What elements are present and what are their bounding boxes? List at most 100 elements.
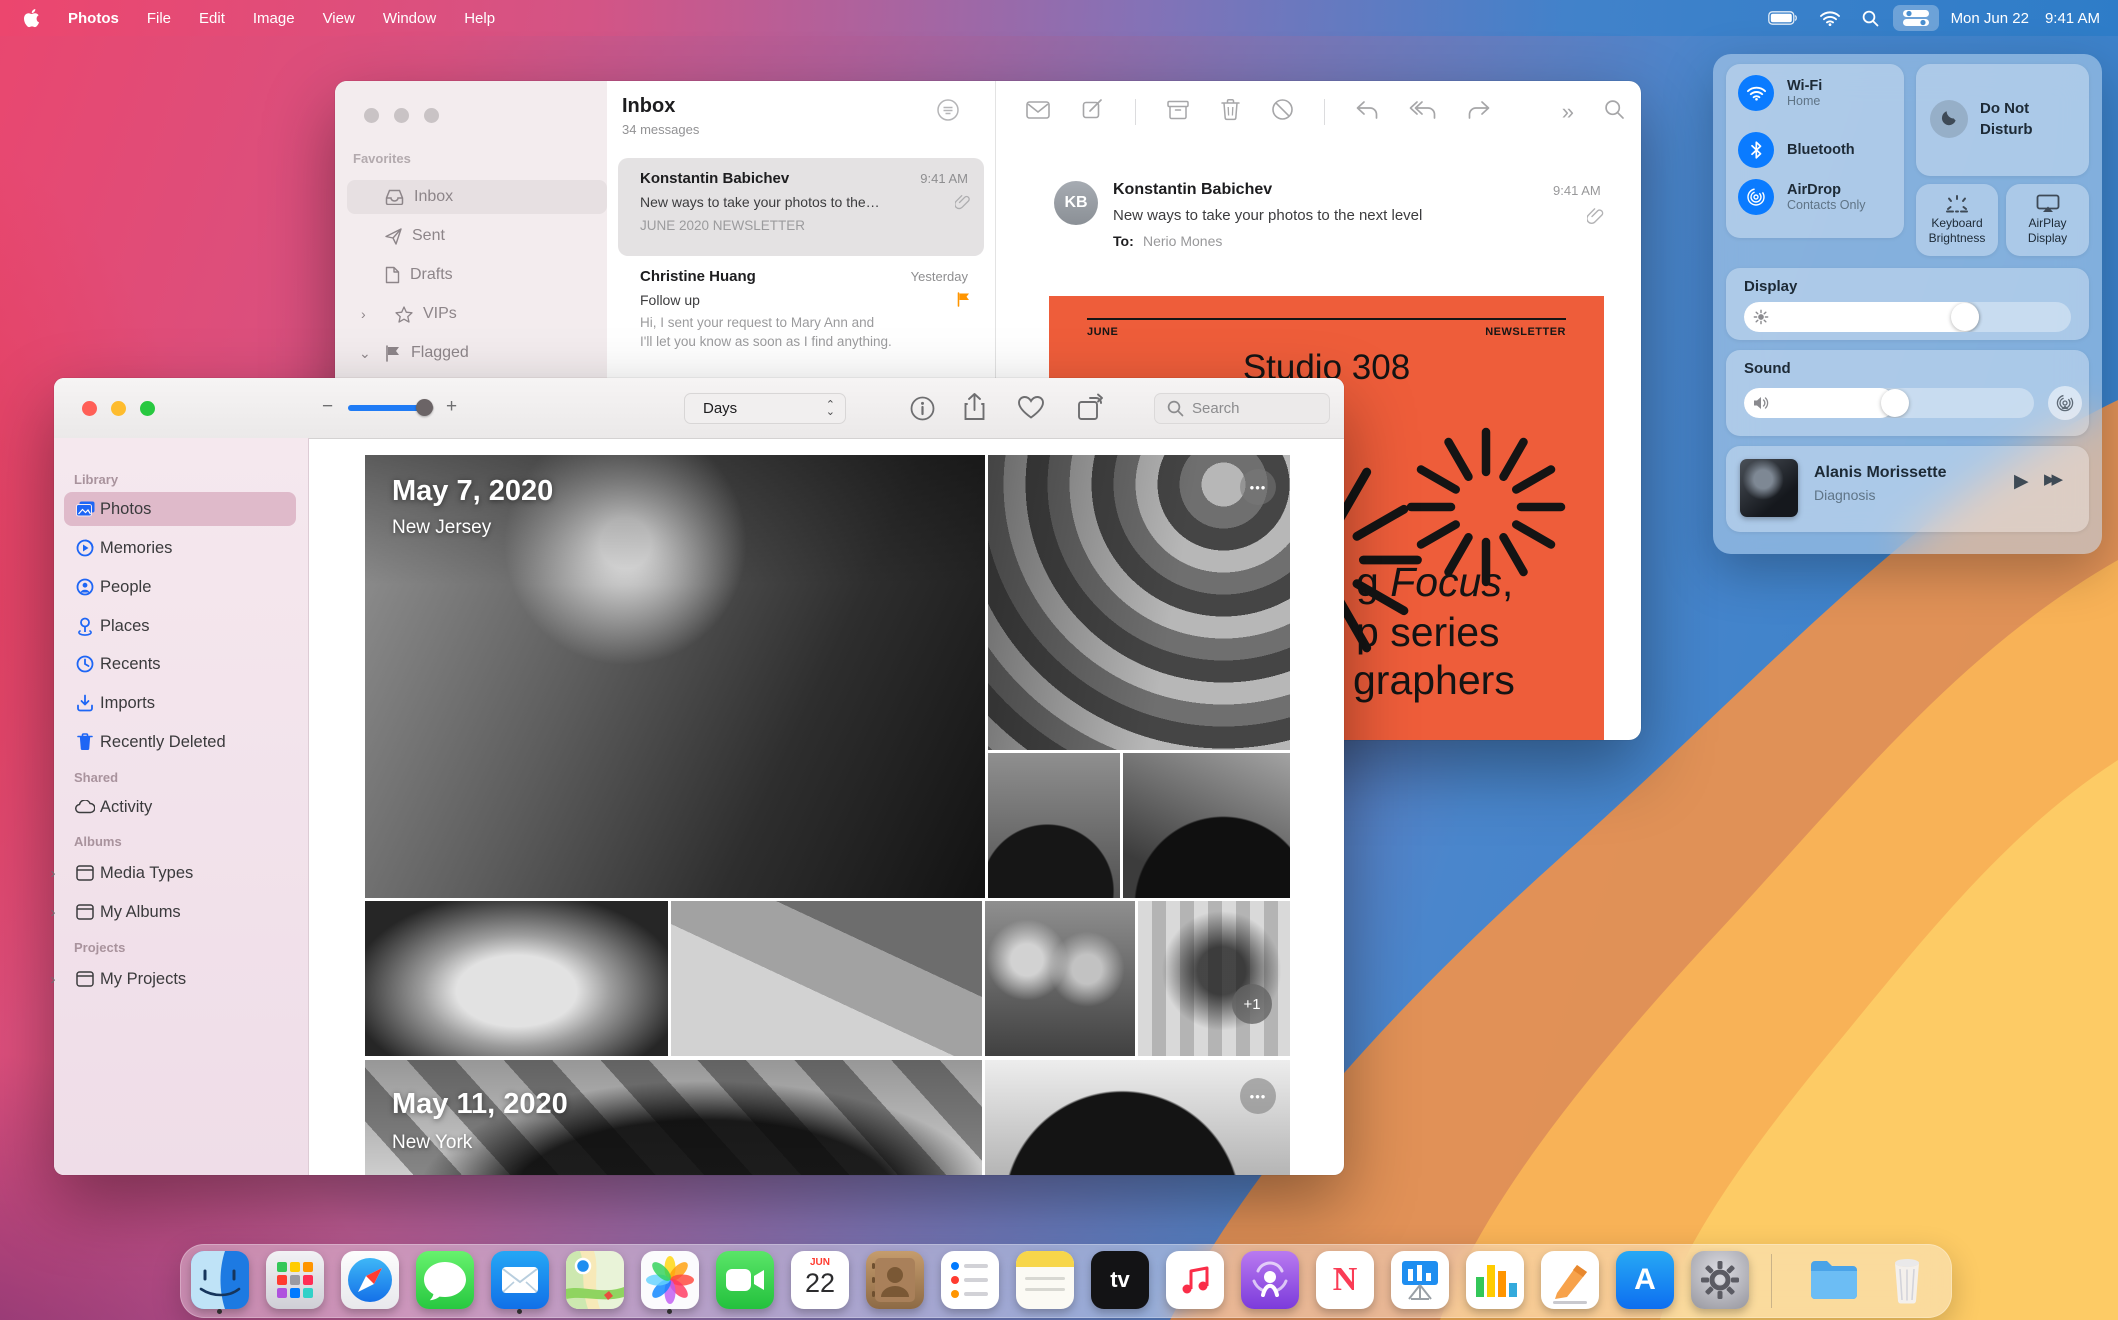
- favorite-heart-icon[interactable]: [1017, 395, 1045, 425]
- display-brightness-slider[interactable]: [1744, 302, 2071, 332]
- archive-icon[interactable]: [1166, 99, 1190, 126]
- mail-close-button[interactable]: [364, 108, 379, 123]
- filter-icon[interactable]: [935, 97, 961, 128]
- mail-list-item-selected[interactable]: Konstantin Babichev 9:41 AM New ways to …: [618, 158, 984, 256]
- menu-help[interactable]: Help: [450, 0, 509, 36]
- dock-icon-reminders[interactable]: [941, 1251, 999, 1309]
- photos-close-button[interactable]: [82, 401, 97, 416]
- dock-icon-safari[interactable]: [341, 1251, 399, 1309]
- mail-sidebar-flagged[interactable]: ⌄ Flagged: [347, 336, 607, 370]
- vips-disclosure-icon[interactable]: ›: [361, 306, 366, 322]
- photos-minimize-button[interactable]: [111, 401, 126, 416]
- photo-tile[interactable]: [671, 901, 982, 1056]
- menu-view[interactable]: View: [309, 0, 369, 36]
- airdrop-toggle[interactable]: AirDrop Contacts Only: [1738, 179, 1866, 215]
- info-icon[interactable]: [909, 395, 936, 427]
- menu-file[interactable]: File: [133, 0, 185, 36]
- spotlight-search-icon[interactable]: [1854, 0, 1887, 36]
- photo-tile[interactable]: •••: [988, 455, 1290, 750]
- dock-icon-podcasts[interactable]: [1241, 1251, 1299, 1309]
- battery-icon[interactable]: [1760, 0, 1806, 36]
- forward-icon[interactable]: [1467, 100, 1491, 125]
- sidebar-item-recents[interactable]: Recents: [64, 647, 296, 681]
- dock-icon-mail[interactable]: [491, 1251, 549, 1309]
- dock-icon-system-preferences[interactable]: [1691, 1251, 1749, 1309]
- mail-zoom-button[interactable]: [424, 108, 439, 123]
- photo-tile[interactable]: •••: [985, 1060, 1290, 1175]
- flagged-disclosure-icon[interactable]: ⌄: [359, 345, 371, 362]
- photo-tile[interactable]: [1123, 753, 1290, 898]
- apple-menu[interactable]: [0, 0, 54, 36]
- keyboard-brightness-tile[interactable]: Keyboard Brightness: [1916, 184, 1998, 256]
- view-mode-select[interactable]: Days ⌃⌄: [684, 393, 846, 424]
- sidebar-item-memories[interactable]: Memories: [64, 531, 296, 565]
- dock-icon-music[interactable]: [1166, 1251, 1224, 1309]
- menu-image[interactable]: Image: [239, 0, 309, 36]
- volume-slider[interactable]: [1744, 388, 2034, 418]
- reply-all-icon[interactable]: [1409, 100, 1437, 125]
- photo-tile[interactable]: [988, 753, 1120, 898]
- dock-icon-launchpad[interactable]: [266, 1251, 324, 1309]
- airplay-audio-button[interactable]: [2048, 386, 2082, 420]
- photo-tile[interactable]: May 11, 2020 New York: [365, 1060, 982, 1175]
- junk-icon[interactable]: [1271, 98, 1294, 126]
- dock-icon-keynote[interactable]: [1391, 1251, 1449, 1309]
- menu-edit[interactable]: Edit: [185, 0, 239, 36]
- airplay-display-tile[interactable]: AirPlay Display: [2006, 184, 2089, 256]
- dock-icon-messages[interactable]: [416, 1251, 474, 1309]
- disclosure-chevron-icon[interactable]: ›: [46, 904, 60, 921]
- sidebar-item-photos[interactable]: Photos: [64, 492, 296, 526]
- bluetooth-toggle[interactable]: Bluetooth: [1738, 132, 1855, 168]
- dock-icon-notes[interactable]: [1016, 1251, 1074, 1309]
- control-center-icon[interactable]: [1893, 5, 1939, 31]
- mail-minimize-button[interactable]: [394, 108, 409, 123]
- share-icon[interactable]: [962, 392, 987, 427]
- trash-icon[interactable]: [1220, 98, 1241, 126]
- slider-knob[interactable]: [1881, 389, 1909, 417]
- fast-forward-button[interactable]: ▶▶: [2044, 470, 2059, 488]
- dock-icon-facetime[interactable]: [716, 1251, 774, 1309]
- photo-tile[interactable]: +1: [1138, 901, 1290, 1056]
- sidebar-item-recently-deleted[interactable]: Recently Deleted: [64, 725, 296, 759]
- mail-sidebar-drafts[interactable]: Drafts: [347, 258, 607, 292]
- new-mailbox-icon[interactable]: [1025, 99, 1051, 126]
- sidebar-item-imports[interactable]: Imports: [64, 686, 296, 720]
- more-toolbar-items-icon[interactable]: »: [1562, 99, 1574, 125]
- sidebar-item-my-projects[interactable]: › My Projects: [64, 962, 296, 996]
- menu-window[interactable]: Window: [369, 0, 450, 36]
- photos-zoom-button[interactable]: [140, 401, 155, 416]
- dock-icon-pages[interactable]: [1541, 1251, 1599, 1309]
- rotate-icon[interactable]: [1076, 393, 1105, 427]
- menu-bar-date[interactable]: Mon Jun 22: [1945, 0, 2035, 36]
- photos-search-field[interactable]: Search: [1154, 393, 1330, 424]
- thumbnail-size-slider[interactable]: [348, 405, 434, 411]
- mail-sidebar-vips[interactable]: › VIPs: [347, 297, 607, 331]
- zoom-in-button[interactable]: +: [446, 396, 457, 418]
- zoom-out-button[interactable]: −: [322, 396, 333, 418]
- mail-list-item[interactable]: Christine Huang Yesterday Follow up Hi, …: [618, 266, 984, 378]
- album-art[interactable]: [1740, 459, 1798, 517]
- reply-icon[interactable]: [1355, 100, 1379, 125]
- dock-icon-photos[interactable]: [641, 1251, 699, 1309]
- dock-icon-downloads-folder[interactable]: [1805, 1251, 1863, 1309]
- menu-app-name[interactable]: Photos: [54, 0, 133, 36]
- dock-icon-trash[interactable]: [1878, 1251, 1936, 1309]
- mail-search-icon[interactable]: [1604, 99, 1625, 125]
- sidebar-item-places[interactable]: Places: [64, 609, 296, 643]
- photo-tile[interactable]: May 7, 2020 New Jersey: [365, 455, 985, 898]
- disclosure-chevron-icon[interactable]: ›: [46, 971, 60, 988]
- photo-tile[interactable]: [365, 901, 668, 1056]
- dock-icon-calendar[interactable]: JUN 22: [791, 1251, 849, 1309]
- dock-icon-tv[interactable]: tv: [1091, 1251, 1149, 1309]
- menu-bar-time[interactable]: 9:41 AM: [2041, 0, 2104, 36]
- dock-icon-contacts[interactable]: [866, 1251, 924, 1309]
- dock-icon-finder[interactable]: [191, 1251, 249, 1309]
- more-options-button[interactable]: •••: [1240, 469, 1276, 505]
- slider-thumb[interactable]: [416, 399, 433, 416]
- sidebar-item-media-types[interactable]: › Media Types: [64, 856, 296, 890]
- more-options-button[interactable]: •••: [1240, 1078, 1276, 1114]
- wifi-toggle[interactable]: Wi-Fi Home: [1738, 75, 1822, 111]
- play-button[interactable]: ▶: [2014, 470, 2029, 493]
- sidebar-item-activity[interactable]: Activity: [64, 790, 296, 824]
- mail-sidebar-sent[interactable]: Sent: [347, 219, 607, 253]
